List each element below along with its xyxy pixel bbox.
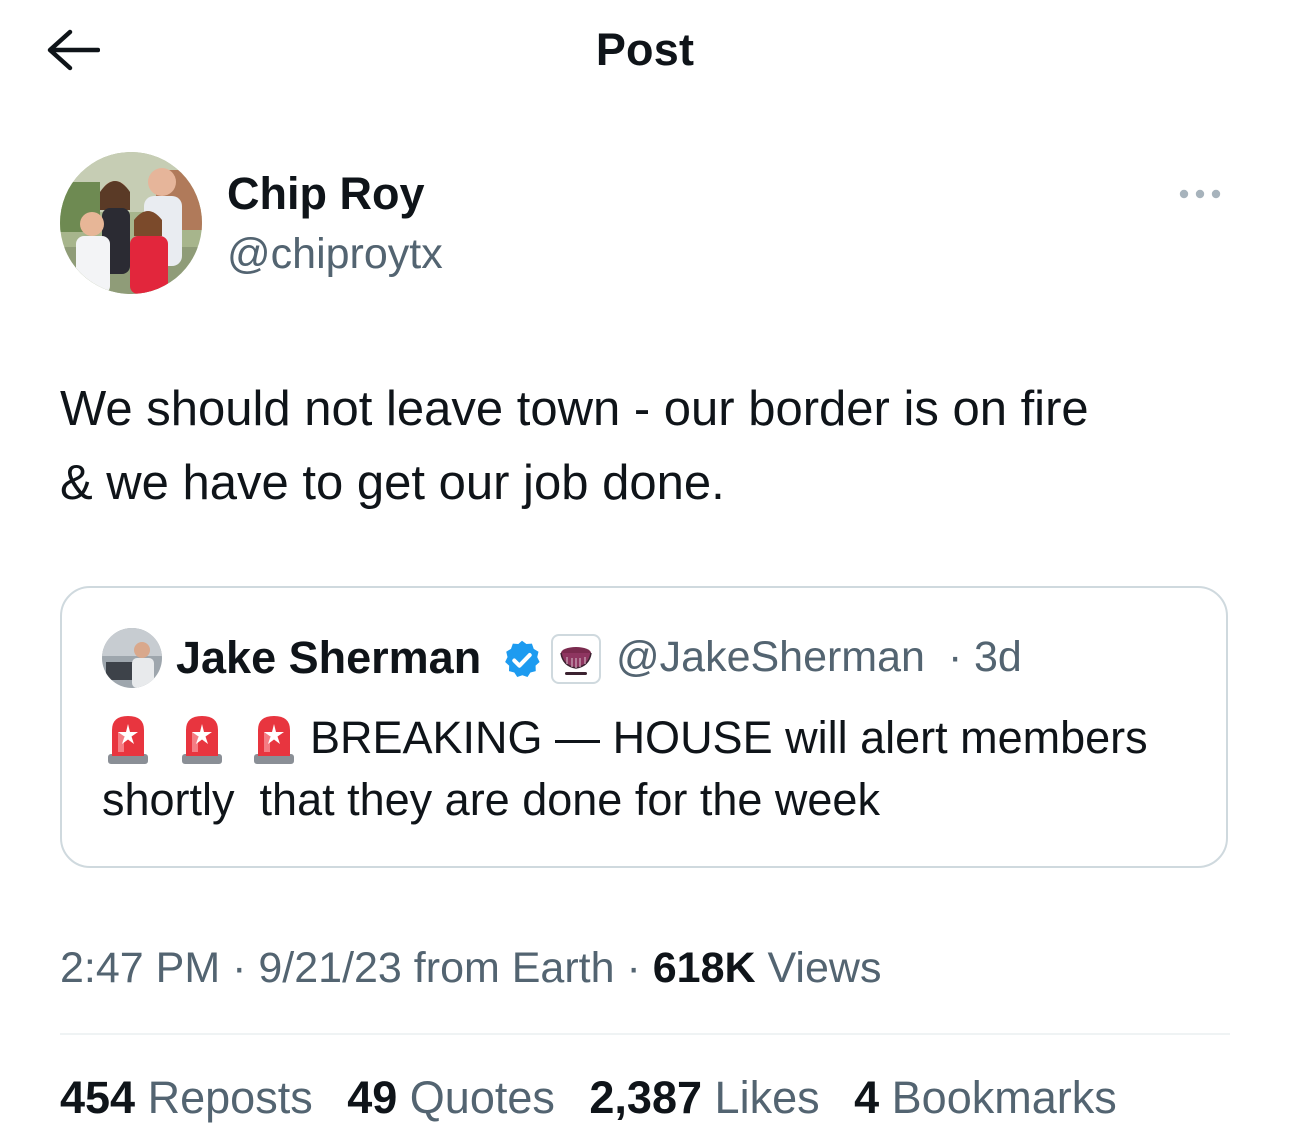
quoted-author-avatar[interactable] <box>102 628 162 688</box>
likes-label: Likes <box>714 1072 820 1123</box>
views-count[interactable]: 618K <box>653 944 756 992</box>
quoted-post-text: BREAKING — HOUSE will alert members <box>310 712 1148 763</box>
post-metadata: 2:47 PM · 9/21/23 from Earth · 618K View… <box>60 944 881 993</box>
quotes-label: Quotes <box>409 1072 555 1123</box>
verified-badge-icon <box>505 640 540 678</box>
quotes-count: 49 <box>347 1072 398 1123</box>
police-siren-icon <box>254 716 294 764</box>
quoted-post-text-line2: shortly that they are done for the week <box>102 774 880 825</box>
likes-count: 2,387 <box>589 1072 703 1123</box>
reposts-count: 454 <box>60 1072 136 1123</box>
author-avatar[interactable] <box>60 152 202 294</box>
police-siren-icon <box>182 716 222 764</box>
bookmarks-stat[interactable]: 4 Bookmarks <box>854 1072 1117 1124</box>
author-name[interactable]: Chip Roy <box>227 168 425 220</box>
top-bar: Post <box>0 0 1290 100</box>
more-horizontal-icon <box>1179 189 1221 199</box>
family-photo <box>60 152 202 294</box>
quotes-stat[interactable]: 49 Quotes <box>347 1072 555 1124</box>
post-time[interactable]: 2:47 PM <box>60 944 220 992</box>
post-source: from Earth <box>413 944 615 992</box>
affiliate-badge-icon <box>551 634 601 684</box>
bookmarks-label: Bookmarks <box>891 1072 1117 1123</box>
quoted-post-text-line1: BREAKING — HOUSE will alert members <box>102 708 1202 772</box>
quoted-author-name: Jake Sherman <box>176 632 482 683</box>
reposts-stat[interactable]: 454 Reposts <box>60 1072 313 1124</box>
post-text: We should not leave town - our border is… <box>60 382 1089 510</box>
bookmarks-count: 4 <box>854 1072 880 1123</box>
page-title: Post <box>595 24 695 75</box>
avatar-photo <box>102 628 162 688</box>
post-author: Chip Roy @chiproytx <box>60 152 1230 302</box>
separator-dot: · <box>948 633 963 681</box>
more-options-button[interactable] <box>1170 174 1230 214</box>
quoted-author-handle: @JakeSherman <box>616 633 925 681</box>
post-date[interactable]: 9/21/23 <box>258 944 401 992</box>
reposts-label: Reposts <box>147 1072 313 1123</box>
police-siren-icon <box>108 716 148 764</box>
quoted-post[interactable]: Jake Sherman @JakeSherman · 3d BREAKING … <box>60 586 1228 868</box>
author-handle[interactable]: @chiproytx <box>227 230 443 279</box>
separator-dot: · <box>626 944 653 992</box>
separator-dot: · <box>232 944 259 992</box>
quoted-post-time: 3d <box>974 633 1022 681</box>
engagement-stats: 454 Reposts 49 Quotes 2,387 Likes 4 Book… <box>60 1072 1139 1124</box>
divider <box>60 1033 1230 1035</box>
likes-stat[interactable]: 2,387 Likes <box>589 1072 819 1124</box>
views-label[interactable]: Views <box>768 944 882 992</box>
